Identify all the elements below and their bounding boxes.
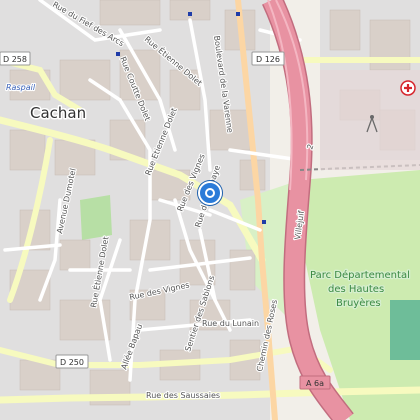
road-shield-d126-label: D 126 bbox=[256, 55, 280, 64]
city-label-cachan: Cachan bbox=[30, 104, 86, 122]
place-label-raspail: Raspail bbox=[6, 83, 36, 92]
road-shield-d126: D 126 bbox=[251, 51, 285, 66]
park-label-line-1: Parc Départemental bbox=[310, 269, 410, 281]
street-label-rue-du-lunain: Rue du Lunain bbox=[202, 319, 259, 328]
map-view[interactable]: D 258 D 126 D 250 A 6a 2 Cachan Raspail … bbox=[0, 0, 420, 420]
road-shield-d250: D 250 bbox=[55, 354, 89, 369]
metro-station-icon[interactable] bbox=[198, 181, 222, 205]
hospital-site bbox=[320, 70, 420, 170]
park-label-line-2: des Hautes bbox=[328, 284, 384, 295]
road-shield-d258-label: D 258 bbox=[3, 55, 27, 64]
road-shield-d250-label: D 250 bbox=[60, 358, 84, 367]
road-shield-a6a-label: A 6a bbox=[306, 379, 324, 388]
street-label-rue-des-saussaies: Rue des Saussaies bbox=[146, 391, 220, 400]
map-canvas[interactable]: D 258 D 126 D 250 A 6a 2 Cachan Raspail … bbox=[0, 0, 420, 420]
road-shield-d258: D 258 bbox=[0, 51, 31, 66]
park-label-line-3: Bruyères bbox=[336, 297, 381, 309]
road-shield-a6a: A 6a bbox=[299, 375, 331, 390]
